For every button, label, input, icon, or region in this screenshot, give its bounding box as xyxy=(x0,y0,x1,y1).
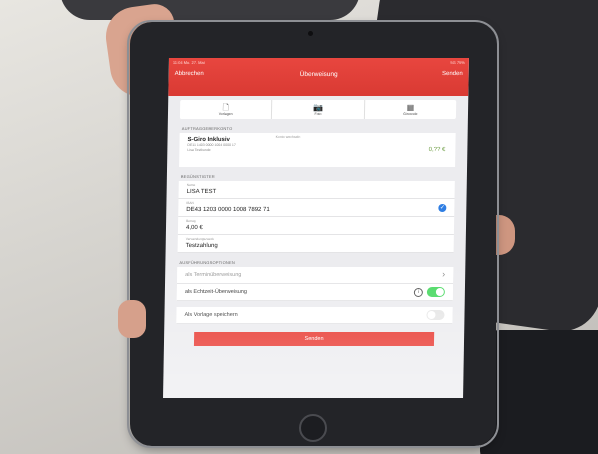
scheduled-transfer-label: als Terminüberweisung xyxy=(185,272,242,278)
name-field[interactable]: Name LISA TEST xyxy=(178,181,455,199)
document-icon: 🗋 xyxy=(222,103,230,112)
girocode-label: Girocode xyxy=(403,112,418,116)
options-card: als Terminüberweisung › als Echtzeit-Übe… xyxy=(176,267,454,301)
templates-button[interactable]: 🗋 Vorlagen xyxy=(179,100,273,119)
status-battery: 5G 75% xyxy=(450,60,465,65)
toggle-knob xyxy=(427,311,436,319)
nav-bar: Abbrechen Überweisung Senden xyxy=(169,67,469,81)
amount-field[interactable]: Betrag 4,00 € xyxy=(177,217,455,235)
tablet-screen: 11:04 Mo. 27. Mai 5G 75% Abbrechen Überw… xyxy=(163,58,469,398)
change-account-link[interactable]: Konto wechseln xyxy=(276,135,301,139)
status-time: 11:04 Mo. 27. Mai xyxy=(172,60,205,65)
iban-value: DE43 1203 0000 1008 7892 71 xyxy=(186,207,270,213)
send-button[interactable]: Senden xyxy=(193,332,435,346)
photo-icon: 📷 xyxy=(313,103,324,112)
templates-label: Vorlagen xyxy=(218,112,233,116)
holding-hand-left xyxy=(118,300,146,338)
save-template-label: Als Vorlage speichern xyxy=(184,312,238,318)
background-dark-area xyxy=(60,0,360,20)
account-card[interactable]: Konto wechseln S-Giro Inklusiv DE11 1403… xyxy=(179,133,456,167)
top-bar: 11:04 Mo. 27. Mai 5G 75% Abbrechen Überw… xyxy=(168,58,469,96)
name-value: LISA TEST xyxy=(186,189,217,195)
scheduled-transfer-option[interactable]: als Terminüberweisung › xyxy=(177,267,454,284)
instant-transfer-option: als Echtzeit-Überweisung i xyxy=(176,284,454,301)
save-template-toggle[interactable] xyxy=(426,310,445,320)
girocode-button[interactable]: ▦ Girocode xyxy=(365,100,457,119)
section-account-label: AUFTRAGGEBERKONTO xyxy=(181,126,233,131)
iban-field[interactable]: IBAN DE43 1203 0000 1008 7892 71 ✓ xyxy=(178,199,455,217)
home-button[interactable] xyxy=(299,414,327,442)
section-recipient-label: BEGÜNSTIGTER xyxy=(180,174,215,179)
status-bar: 11:04 Mo. 27. Mai 5G 75% xyxy=(169,58,469,67)
photo-button[interactable]: 📷 Foto xyxy=(272,100,365,119)
input-toolbar: 🗋 Vorlagen 📷 Foto ▦ Girocode xyxy=(179,100,457,119)
instant-transfer-label: als Echtzeit-Überweisung xyxy=(184,289,247,295)
amount-value: 4,00 € xyxy=(185,225,203,231)
qr-code-icon: ▦ xyxy=(406,103,415,112)
tablet-device: 11:04 Mo. 27. Mai 5G 75% Abbrechen Überw… xyxy=(127,20,499,448)
camera-icon xyxy=(308,31,313,36)
section-options-label: AUSFÜHRUNGSOPTIONEN xyxy=(179,260,236,265)
template-card: Als Vorlage speichern xyxy=(176,307,453,324)
instant-transfer-toggle[interactable] xyxy=(426,287,445,297)
purpose-field[interactable]: Verwendungszweck Testzahlung xyxy=(177,235,454,253)
purpose-value: Testzahlung xyxy=(185,243,218,249)
save-template-option: Als Vorlage speichern xyxy=(176,307,453,324)
toggle-knob xyxy=(435,288,444,296)
chevron-right-icon: › xyxy=(442,269,446,279)
account-balance: 0,?? € xyxy=(428,147,446,153)
info-icon[interactable]: i xyxy=(413,288,423,297)
recipient-card: Name LISA TEST IBAN DE43 1203 0000 1008 … xyxy=(177,181,455,253)
photo-scene: 11:04 Mo. 27. Mai 5G 75% Abbrechen Überw… xyxy=(0,0,598,454)
photo-label: Foto xyxy=(314,112,322,116)
account-owner: Lisa Testkunde xyxy=(187,148,211,152)
page-title: Überweisung xyxy=(299,70,338,78)
